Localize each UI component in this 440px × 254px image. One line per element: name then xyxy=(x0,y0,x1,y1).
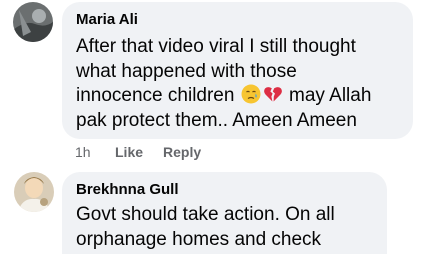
comment-author[interactable]: Brekhnna Gull xyxy=(76,181,179,198)
comment-line: pak protect them.. Ameen Ameen xyxy=(76,109,357,131)
comment-line: innocence children may Allah xyxy=(76,84,371,109)
crying-face-emoji xyxy=(241,84,261,104)
comment-line: orphanage homes and check xyxy=(76,228,322,250)
avatar[interactable] xyxy=(13,2,53,42)
comment-line-part: innocence children xyxy=(76,85,235,106)
comment-line: what happened with those xyxy=(76,60,297,82)
comment-line: Govt should take action. On all xyxy=(76,204,335,225)
reply-button[interactable]: Reply xyxy=(163,144,201,160)
comment-timestamp[interactable]: 1h xyxy=(75,144,91,160)
comment-text: After that video viral I still thought w… xyxy=(76,35,371,133)
comment-text: Govt should take action. On all orphanag… xyxy=(76,203,335,252)
comment-bubble: Brekhnna Gull Govt should take action. O… xyxy=(62,172,387,254)
avatar[interactable] xyxy=(14,172,54,212)
comment-author[interactable]: Maria Ali xyxy=(76,11,138,28)
comment-line-part: may Allah xyxy=(289,85,372,106)
like-button[interactable]: Like xyxy=(115,144,143,160)
comment-line: After that video viral I still thought xyxy=(76,36,356,57)
broken-heart-emoji xyxy=(263,87,282,102)
comment-bubble: Maria Ali After that video viral I still… xyxy=(62,2,413,139)
